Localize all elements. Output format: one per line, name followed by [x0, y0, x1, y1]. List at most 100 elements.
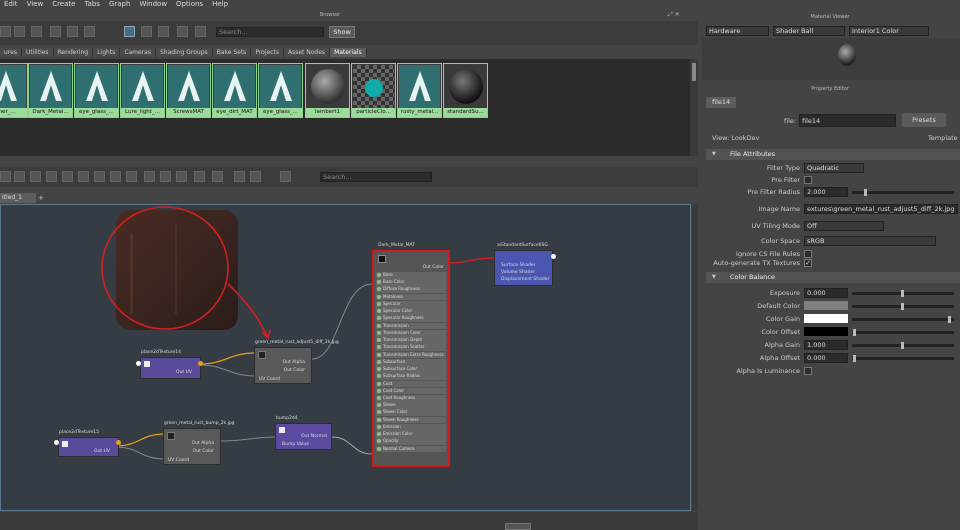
output-connections-icon[interactable] [84, 26, 95, 37]
filter-type-dropdown[interactable]: Quadratic [804, 163, 864, 173]
graph-icon[interactable] [94, 171, 105, 182]
color-gain-swatch[interactable] [804, 314, 848, 323]
material-swatch[interactable]: Dark_Metal... [28, 63, 73, 118]
add-tab-button[interactable]: + [38, 193, 46, 203]
material-swatch[interactable]: aner_... [0, 63, 28, 118]
browser-search-input[interactable]: Search... [216, 27, 324, 37]
material-attribute[interactable]: Sheen Color [376, 409, 446, 417]
node-shading-group[interactable]: aiStandardSurface6SG Surface Shader Volu… [494, 243, 553, 286]
selected-nodes-icon[interactable] [124, 26, 135, 37]
input-port[interactable] [136, 361, 141, 366]
node-bump2d4[interactable]: bump2d4 Out Normal Bump Value [275, 416, 332, 450]
options-icon[interactable] [280, 171, 291, 182]
tab-lights[interactable]: Lights [93, 48, 121, 57]
material-attribute[interactable]: Emission Color [376, 431, 446, 438]
material-attribute[interactable]: Base [376, 272, 446, 279]
filter-icon[interactable] [195, 26, 206, 37]
status-icon[interactable] [505, 523, 531, 530]
rearrange-icon[interactable] [158, 26, 169, 37]
grid-view-icon[interactable] [0, 26, 11, 37]
section-color-balance[interactable]: Color Balance [706, 272, 960, 283]
output-icon[interactable] [78, 171, 89, 182]
swatch-icon[interactable] [250, 171, 261, 182]
refresh-icon[interactable] [194, 171, 205, 182]
graph-search-input[interactable]: Search... [320, 172, 432, 182]
material-attribute[interactable]: Sheen [376, 402, 446, 409]
material-attribute[interactable]: Diffuse Roughness [376, 286, 446, 294]
uv-tiling-dropdown[interactable]: Off [804, 221, 884, 231]
pre-filter-checkbox[interactable] [804, 176, 812, 184]
alpha-gain-slider[interactable] [852, 342, 954, 349]
menu-view[interactable]: View [23, 0, 44, 9]
tab-shading-groups[interactable]: Shading Groups [155, 48, 213, 57]
node-file-bump[interactable]: green_metal_rust_bump_2k.jpg Out Alpha O… [163, 421, 235, 465]
search-icon[interactable] [176, 171, 187, 182]
io-icon[interactable] [62, 171, 73, 182]
swatch-scrollbar[interactable] [690, 59, 698, 156]
material-swatch[interactable]: lambert1 [305, 63, 350, 118]
material-swatch[interactable]: standardSu... [443, 63, 488, 118]
menu-tabs[interactable]: Tabs [80, 0, 100, 9]
material-attribute[interactable]: Coat Roughness [376, 394, 446, 402]
snap-icon[interactable] [234, 171, 245, 182]
color-space-dropdown[interactable]: sRGB [804, 236, 936, 246]
default-color-slider[interactable] [852, 303, 954, 310]
frame-all-icon[interactable] [126, 171, 137, 182]
input-connections-icon[interactable] [50, 26, 61, 37]
panel-expand-icon[interactable]: ⤢ [668, 11, 673, 18]
material-swatch[interactable]: eye_dirt_MAT [212, 63, 257, 118]
tab-asset-nodes[interactable]: Asset Nodes [283, 48, 331, 57]
menu-help[interactable]: Help [208, 0, 228, 9]
pre-filter-radius-field[interactable]: 2.000 [804, 187, 848, 197]
material-attribute[interactable]: Opacity [376, 438, 446, 446]
material-swatch[interactable]: Lure_light_... [120, 63, 165, 118]
color-offset-swatch[interactable] [804, 327, 848, 336]
alpha-offset-field[interactable]: 0.000 [804, 353, 848, 363]
material-attribute[interactable]: Base Color [376, 279, 446, 286]
alpha-gain-field[interactable]: 1.000 [804, 340, 848, 350]
frame-sel-icon[interactable] [144, 171, 155, 182]
node-place2dtexture14[interactable]: place2dTexture14 Out UV [140, 350, 201, 379]
material-swatch[interactable]: rusty_metal... [397, 63, 442, 118]
auto-tx-checkbox[interactable]: ✓ [804, 259, 812, 267]
layout-icon[interactable] [160, 171, 171, 182]
color-offset-slider[interactable] [852, 329, 954, 336]
expand-icon[interactable] [14, 171, 25, 182]
material-attribute[interactable]: Emission [376, 423, 446, 431]
color-gain-slider[interactable] [852, 316, 954, 323]
tab-bake-sets[interactable]: Bake Sets [212, 48, 252, 57]
show-button[interactable]: Show [329, 26, 355, 38]
clear-icon[interactable] [110, 171, 121, 182]
environment-dropdown[interactable]: Interior1 Color [849, 26, 929, 36]
material-attribute[interactable]: Transmission Color [376, 329, 446, 337]
material-attribute[interactable]: Subsurface [376, 358, 446, 366]
tab-rendering[interactable]: Rendering [53, 48, 94, 57]
graph-materials-icon[interactable] [177, 26, 188, 37]
tab-cameras[interactable]: Cameras [120, 48, 156, 57]
presets-button[interactable]: Presets [902, 113, 946, 127]
exposure-slider[interactable] [852, 290, 954, 297]
material-attribute[interactable]: Specular Color [376, 308, 446, 315]
list-view-icon[interactable] [14, 26, 25, 37]
input-port[interactable] [54, 440, 59, 445]
menu-graph[interactable]: Graph [105, 0, 130, 9]
material-attribute[interactable]: Transmission Extra Roughness [376, 351, 446, 359]
tab-projects[interactable]: Projects [251, 48, 284, 57]
material-attribute[interactable]: Transmission Scatter [376, 344, 446, 352]
material-attribute[interactable]: Subsurface Radius [376, 373, 446, 380]
alpha-offset-slider[interactable] [852, 355, 954, 362]
menu-options[interactable]: Options [172, 0, 203, 9]
node-place2dtexture15[interactable]: place2dTexture15 Out UV [58, 430, 119, 457]
material-attribute[interactable]: Sheen Roughness [376, 416, 446, 424]
renderer-dropdown[interactable]: Hardware [706, 26, 769, 36]
tab-materials[interactable]: Materials [330, 48, 367, 57]
pre-filter-radius-slider[interactable] [852, 189, 954, 196]
show-icon[interactable] [0, 171, 11, 182]
clear-graph-icon[interactable] [141, 26, 152, 37]
panel-close-icon[interactable]: ✕ [675, 11, 680, 18]
default-color-swatch[interactable] [804, 301, 848, 310]
tab-file14[interactable]: file14 [706, 97, 736, 108]
node-dark-metal-mat[interactable]: Dark_Metal_MAT Out Color Base Base Color D… [372, 243, 450, 467]
collapse-icon[interactable] [30, 171, 41, 182]
output-port[interactable] [551, 254, 556, 259]
